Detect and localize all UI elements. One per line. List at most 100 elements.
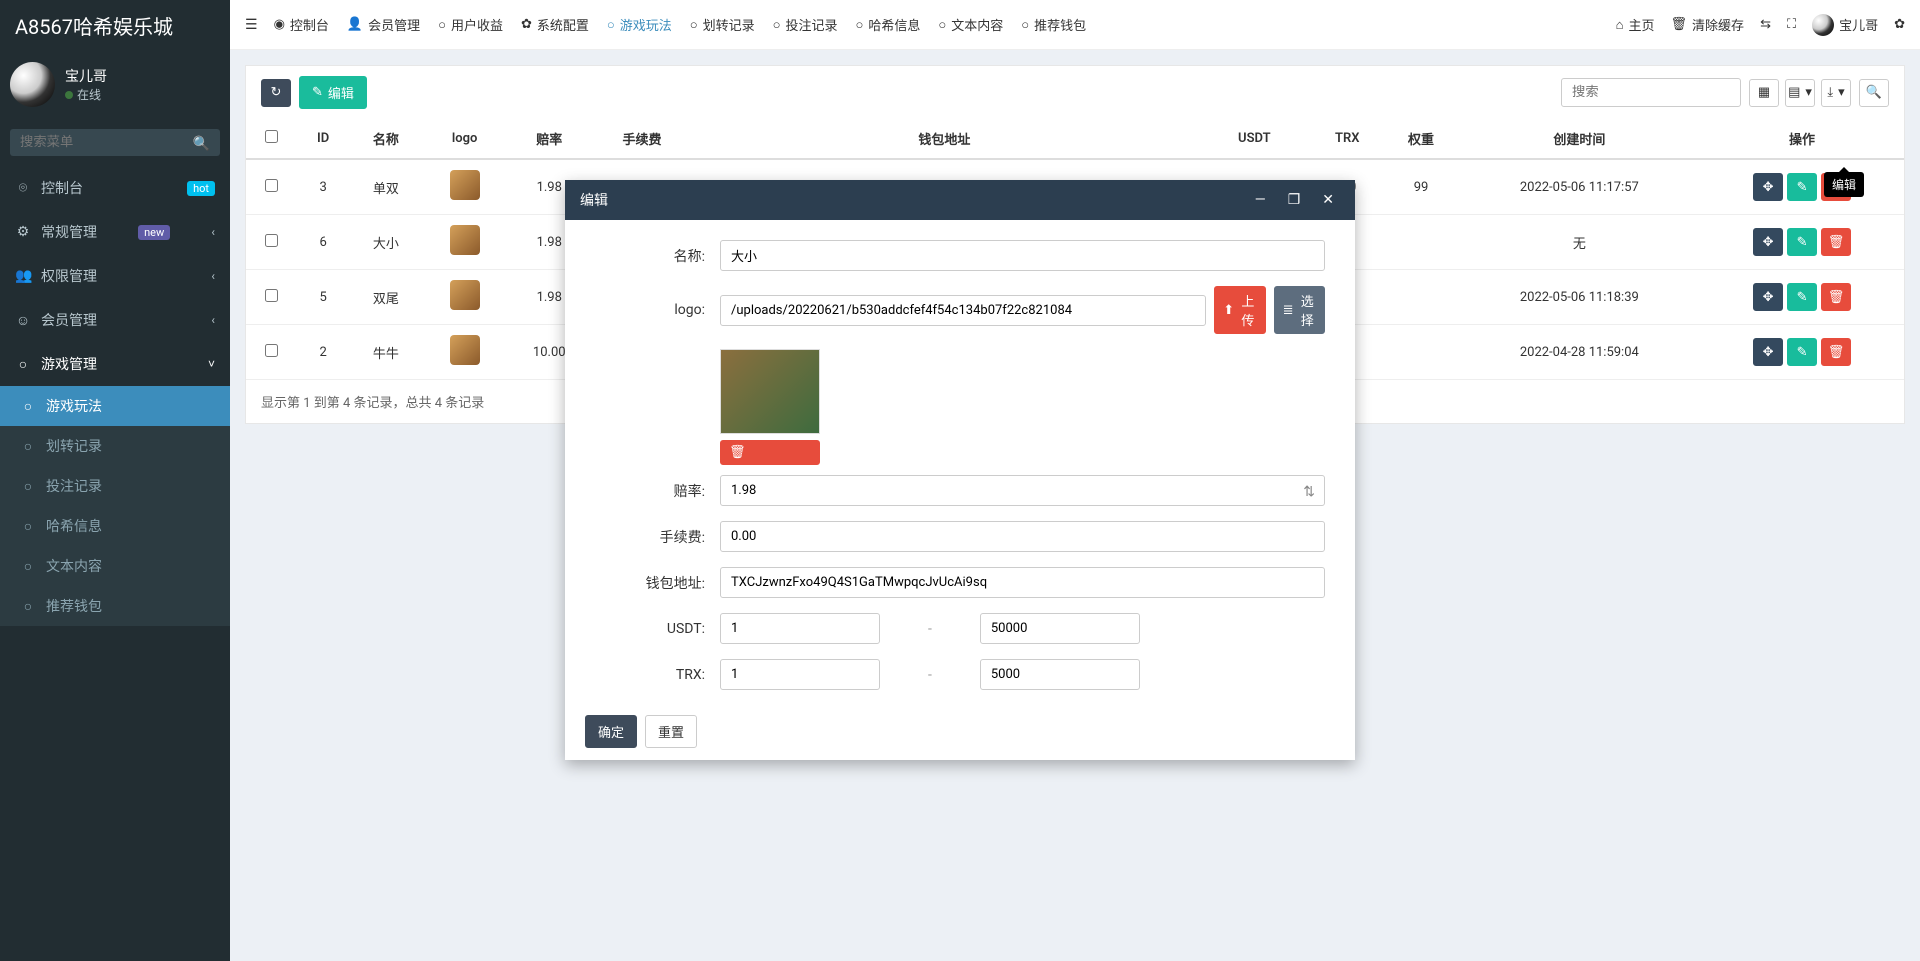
- hamburger-icon[interactable]: ☰: [245, 17, 258, 33]
- usdt-min-input[interactable]: [720, 613, 880, 644]
- menu-icon: ○: [20, 478, 36, 495]
- lang-icon: ⇆: [1760, 17, 1771, 32]
- sidebar-subitem-4-5[interactable]: ○推荐钱包: [0, 586, 230, 626]
- col-header-7[interactable]: USDT: [1198, 119, 1311, 159]
- user-panel: 宝儿哥 在线: [0, 50, 230, 119]
- refresh-button[interactable]: ↻: [261, 79, 291, 107]
- columns-button[interactable]: ▤▾: [1785, 79, 1815, 107]
- address-input[interactable]: [720, 567, 1325, 598]
- table-search-input[interactable]: [1561, 78, 1741, 107]
- label-addr: 钱包地址:: [595, 573, 705, 593]
- sidebar-subitem-4-4[interactable]: ○文本内容: [0, 546, 230, 586]
- row-edit-button[interactable]: ✎: [1787, 283, 1817, 311]
- edit-button[interactable]: ✎编辑: [299, 76, 367, 109]
- col-header-8[interactable]: TRX: [1311, 119, 1383, 159]
- top-tab-9[interactable]: ○推荐钱包: [1021, 15, 1086, 34]
- col-header-6[interactable]: 钱包地址: [691, 119, 1197, 159]
- upload-button[interactable]: ⬆上传: [1214, 286, 1265, 334]
- top-tab-5[interactable]: ○划转记录: [690, 15, 755, 34]
- top-tab-3[interactable]: ✿系统配置: [521, 15, 589, 34]
- menu-icon: ○: [20, 398, 36, 415]
- menu-icon: ○: [20, 598, 36, 615]
- minimize-button[interactable]: —: [1249, 192, 1272, 208]
- home-link[interactable]: ⌂主页: [1616, 15, 1655, 34]
- sidebar-subitem-4-3[interactable]: ○哈希信息: [0, 506, 230, 546]
- search-icon[interactable]: 🔍: [193, 136, 210, 152]
- maximize-button[interactable]: ❐: [1282, 192, 1307, 208]
- usdt-max-input[interactable]: [980, 613, 1140, 644]
- sidebar-item-0[interactable]: ⌾控制台hot: [0, 166, 230, 210]
- name-input[interactable]: [720, 240, 1325, 271]
- menu-icon: ⚙: [15, 224, 31, 240]
- trx-max-input[interactable]: [980, 659, 1140, 690]
- col-header-1[interactable]: ID: [298, 119, 348, 159]
- row-move-button[interactable]: ✥: [1753, 338, 1783, 366]
- menu-icon: ☺: [15, 312, 31, 329]
- sidebar-item-4[interactable]: ○游戏管理˅: [0, 342, 230, 386]
- columns-icon: ▤: [1788, 85, 1800, 100]
- top-tab-4[interactable]: ○游戏玩法: [607, 15, 672, 34]
- col-header-4[interactable]: 赔率: [506, 119, 593, 159]
- export-button[interactable]: ⤓▾: [1821, 79, 1851, 107]
- row-delete-button[interactable]: 🗑: [1821, 338, 1851, 366]
- list-icon: ≣: [1283, 303, 1294, 318]
- top-tab-6[interactable]: ○投注记录: [773, 15, 838, 34]
- fee-input[interactable]: [720, 521, 1325, 552]
- sidebar-subitem-4-1[interactable]: ○划转记录: [0, 426, 230, 466]
- trx-min-input[interactable]: [720, 659, 880, 690]
- top-tab-0[interactable]: ◉控制台: [274, 15, 329, 34]
- search-button[interactable]: 🔍: [1859, 79, 1889, 107]
- row-edit-button[interactable]: ✎: [1787, 228, 1817, 256]
- row-move-button[interactable]: ✥: [1753, 173, 1783, 201]
- col-header-2[interactable]: 名称: [348, 119, 423, 159]
- col-header-5[interactable]: 手续费: [593, 119, 691, 159]
- avatar[interactable]: [10, 62, 55, 107]
- col-header-0[interactable]: [246, 119, 298, 159]
- row-move-button[interactable]: ✥: [1753, 283, 1783, 311]
- sidebar-search-input[interactable]: [10, 129, 220, 156]
- row-checkbox[interactable]: [265, 234, 278, 247]
- logo-delete-button[interactable]: 🗑: [720, 440, 820, 465]
- select-button[interactable]: ≣选择: [1274, 286, 1325, 334]
- settings-link[interactable]: ✿: [1894, 17, 1905, 32]
- row-checkbox[interactable]: [265, 179, 278, 192]
- row-checkbox[interactable]: [265, 289, 278, 302]
- top-tab-1[interactable]: 👤会员管理: [347, 15, 420, 34]
- row-delete-button[interactable]: 🗑: [1821, 283, 1851, 311]
- tab-icon: ○: [938, 17, 946, 33]
- row-checkbox[interactable]: [265, 344, 278, 357]
- rate-select[interactable]: [720, 475, 1325, 506]
- reset-button[interactable]: 重置: [645, 715, 697, 748]
- top-tab-2[interactable]: ○用户收益: [438, 15, 503, 34]
- sidebar-item-2[interactable]: 👥权限管理‹: [0, 254, 230, 298]
- logo-path-input[interactable]: [720, 295, 1206, 326]
- row-edit-button[interactable]: ✎: [1787, 338, 1817, 366]
- menu-icon: ⌾: [15, 180, 31, 196]
- fullscreen-toggle[interactable]: ⛶: [1787, 17, 1796, 32]
- logo-preview: [720, 349, 820, 434]
- col-header-3[interactable]: logo: [423, 119, 505, 159]
- sidebar-item-1[interactable]: ⚙常规管理new‹: [0, 210, 230, 254]
- clear-cache-link[interactable]: 🗑清除缓存: [1671, 15, 1745, 34]
- col-header-9[interactable]: 权重: [1383, 119, 1458, 159]
- col-header-10[interactable]: 创建时间: [1459, 119, 1700, 159]
- user-menu[interactable]: 宝儿哥: [1812, 14, 1878, 36]
- sidebar-subitem-4-2[interactable]: ○投注记录: [0, 466, 230, 506]
- brand[interactable]: A8567哈希娱乐城: [0, 0, 230, 50]
- row-move-button[interactable]: ✥: [1753, 228, 1783, 256]
- ok-button[interactable]: 确定: [585, 715, 637, 748]
- top-tab-7[interactable]: ○哈希信息: [856, 15, 921, 34]
- close-button[interactable]: ✕: [1316, 192, 1340, 208]
- col-header-11[interactable]: 操作: [1700, 119, 1904, 159]
- sidebar-item-3[interactable]: ☺会员管理‹: [0, 298, 230, 342]
- sidebar-subitem-4-0[interactable]: ○游戏玩法: [0, 386, 230, 426]
- logo-thumb: [450, 335, 480, 365]
- upload-icon: ⬆: [1223, 303, 1234, 318]
- lang-toggle[interactable]: ⇆: [1760, 17, 1771, 32]
- row-delete-button[interactable]: 🗑: [1821, 228, 1851, 256]
- top-tab-8[interactable]: ○文本内容: [938, 15, 1003, 34]
- card-view-button[interactable]: ▦: [1749, 79, 1779, 107]
- modal-header[interactable]: 编辑 — ❐ ✕: [565, 180, 1355, 220]
- select-all-checkbox[interactable]: [265, 130, 278, 143]
- row-edit-button[interactable]: ✎: [1787, 173, 1817, 201]
